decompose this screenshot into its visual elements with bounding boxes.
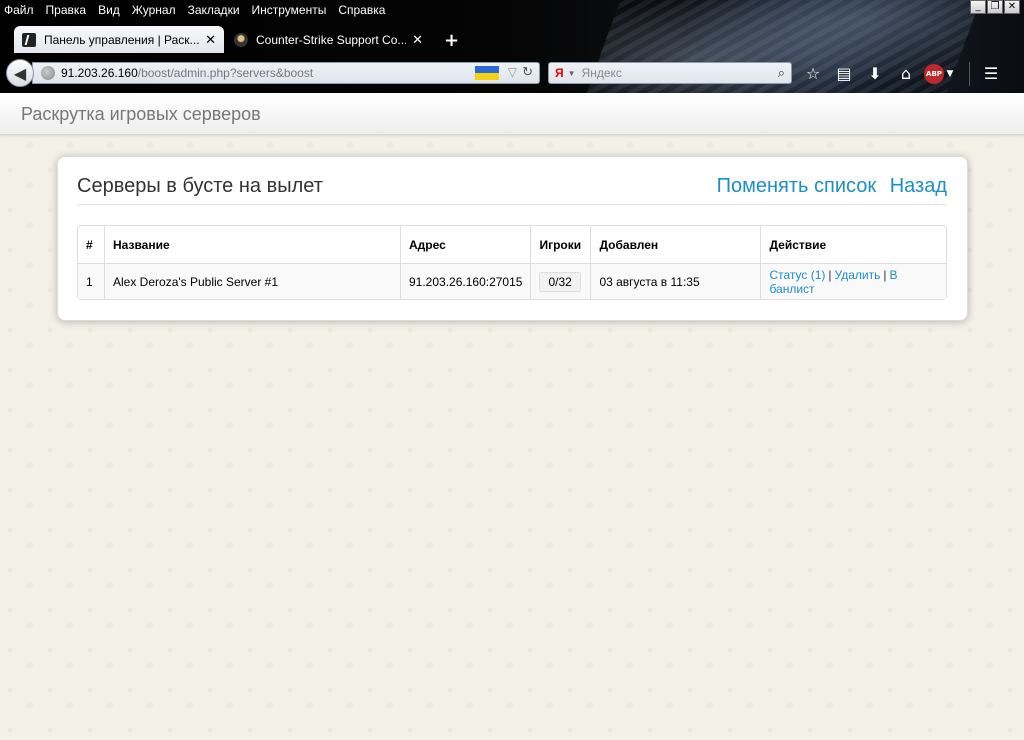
header-address: Адрес (400, 226, 530, 263)
bookmark-star-icon[interactable]: ☆ (800, 63, 826, 85)
cs-favicon-icon (234, 32, 248, 47)
header-players: Игроки (530, 226, 590, 263)
cell-added: 03 августа в 11:35 (590, 263, 761, 299)
navigation-bar: 91.203.26.160 /boost/admin.php?servers&b… (0, 53, 1024, 93)
header-added: Добавлен (590, 226, 760, 263)
pipe-separator: | (828, 267, 832, 282)
browser-chrome: Файл Правка Вид Журнал Закладки Инструме… (0, 0, 1024, 93)
address-bar[interactable]: 91.203.26.160 /boost/admin.php?servers&b… (32, 62, 540, 84)
tab-admin-panel[interactable]: Панель управления | Раск... ✕ (14, 26, 224, 53)
close-tab-icon[interactable]: ✕ (412, 32, 423, 48)
menu-file[interactable]: Файл (4, 3, 34, 17)
cell-name: Alex Deroza's Public Server #1 (104, 263, 400, 299)
ukraine-flag-icon[interactable] (475, 66, 499, 80)
cell-actions: Статус (1) | Удалить | В банлист (760, 263, 946, 299)
tab-bar: Панель управления | Раск... ✕ Counter-St… (0, 24, 1024, 53)
chevron-down-icon[interactable]: ▼ (944, 63, 956, 85)
toolbar-icons: ☆ ▤ ⬇ ⌂ ABP ▼ ☰ (800, 62, 1009, 86)
close-window-button[interactable]: ✕ (1004, 0, 1020, 14)
header-actions: Действие (760, 226, 946, 263)
yandex-icon[interactable]: Я (555, 66, 564, 80)
close-tab-icon[interactable]: ✕ (205, 32, 216, 48)
site-header: Раскрутка игровых серверов (0, 93, 1024, 135)
menu-help[interactable]: Справка (338, 3, 385, 17)
players-badge: 0/32 (539, 271, 581, 292)
page-title: Серверы в бусте на вылет (77, 175, 323, 197)
reload-icon[interactable]: ↻ (522, 64, 533, 80)
back-link[interactable]: Назад (890, 175, 947, 197)
menu-tools[interactable]: Инструменты (252, 3, 327, 17)
tab-title: Панель управления | Раск... (44, 32, 200, 47)
menu-edit[interactable]: Правка (46, 3, 87, 17)
restore-button[interactable]: ❐ (987, 0, 1003, 14)
table-header-row: # Название Адрес Игроки Добавлен Действи… (78, 226, 946, 263)
menu-bar: Файл Правка Вид Журнал Закладки Инструме… (0, 0, 397, 20)
menu-history[interactable]: Журнал (132, 3, 176, 17)
menu-bookmarks[interactable]: Закладки (188, 3, 240, 17)
pipe-separator: | (883, 267, 887, 282)
globe-icon (41, 66, 55, 80)
panel-links: Поменять список Назад (709, 175, 947, 198)
header-name: Название (104, 226, 400, 263)
boost-servers-panel: Серверы в бусте на вылет Поменять список… (57, 156, 968, 321)
adblock-icon[interactable]: ABP (924, 64, 944, 84)
minimize-button[interactable]: _ (970, 0, 986, 14)
servers-table: # Название Адрес Игроки Добавлен Действи… (77, 225, 947, 300)
url-path: /boost/admin.php?servers&boost (137, 66, 314, 80)
site-favicon-icon (22, 32, 36, 47)
hamburger-menu-icon[interactable]: ☰ (978, 63, 1004, 85)
home-icon[interactable]: ⌂ (893, 63, 919, 85)
bookmark-star-icon[interactable]: ▽ (508, 65, 517, 79)
arrow-left-icon: ◀ (13, 63, 27, 83)
cell-address: 91.203.26.160:27015 (400, 263, 531, 299)
divider (77, 204, 947, 205)
status-link[interactable]: Статус (1) (769, 268, 825, 282)
back-button[interactable]: ◀ (6, 59, 34, 87)
delete-link[interactable]: Удалить (835, 268, 881, 282)
search-icon[interactable]: ⌕ (778, 65, 785, 81)
chevron-down-icon[interactable]: ▼ (568, 69, 576, 78)
site-brand[interactable]: Раскрутка игровых серверов (21, 104, 261, 125)
new-tab-button[interactable]: + (444, 30, 459, 51)
change-list-link[interactable]: Поменять список (717, 175, 876, 197)
table-row: 1 Alex Deroza's Public Server #1 91.203.… (78, 263, 946, 299)
toolbar-separator (969, 62, 970, 86)
menu-view[interactable]: Вид (98, 3, 120, 17)
url-host: 91.203.26.160 (61, 66, 138, 80)
bookmarks-list-icon[interactable]: ▤ (831, 63, 857, 85)
download-icon[interactable]: ⬇ (862, 63, 888, 85)
search-input[interactable]: Яндекс (582, 66, 622, 80)
search-bar[interactable]: Я ▼ Яндекс ⌕ (548, 62, 792, 84)
cell-players: 0/32 (530, 263, 591, 299)
cell-num: 1 (78, 263, 104, 299)
window-controls: _ ❐ ✕ (969, 0, 1020, 14)
header-num: # (86, 237, 93, 252)
tab-cs-support[interactable]: Counter-Strike Support Co... ✕ (226, 26, 431, 53)
tab-title: Counter-Strike Support Co... (256, 32, 407, 47)
